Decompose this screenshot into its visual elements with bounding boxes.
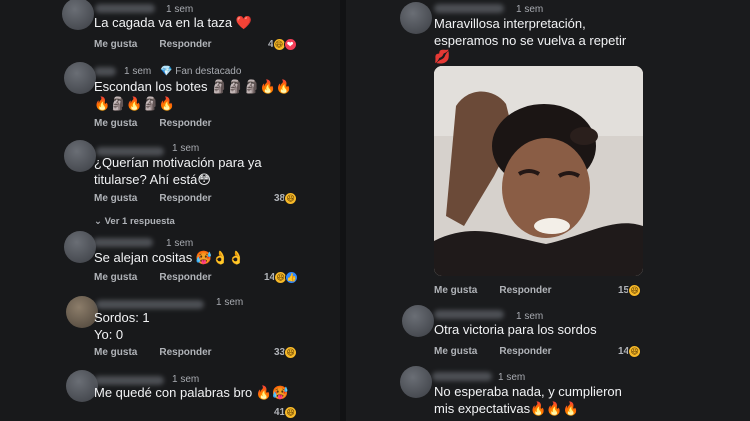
reaction-count[interactable]: 4 😆 ❤ (268, 38, 297, 51)
comment-actions: Me gusta Responder (94, 272, 234, 283)
author-name[interactable] (434, 4, 504, 13)
author-name[interactable] (432, 372, 492, 381)
author-name[interactable] (434, 310, 504, 319)
comment-time: 1 sem (516, 311, 544, 322)
comment-text: Se alejan cositas 🥵👌👌 (94, 250, 245, 265)
reply-button[interactable]: Responder (499, 285, 551, 296)
comment-time: 1 sem (498, 372, 526, 383)
comment-text: Escondan los botes 🗿🗿🗿🔥🔥 🔥🗿🔥🗿🔥 (94, 79, 293, 111)
haha-reaction-icon: 😆 (284, 406, 298, 419)
haha-reaction-icon: 😆 (284, 192, 298, 205)
haha-reaction-icon: 😆 (284, 346, 298, 359)
author-name[interactable] (94, 376, 164, 385)
like-button[interactable]: Me gusta (94, 39, 137, 50)
reply-button[interactable]: Responder (159, 347, 211, 358)
reply-button[interactable]: Responder (159, 39, 211, 50)
avatar[interactable] (64, 140, 96, 172)
like-button[interactable]: Me gusta (94, 347, 137, 358)
comments-panel-left: 1 sem La cagada va en la taza ❤️ Me gust… (0, 0, 340, 421)
avatar[interactable] (402, 305, 434, 337)
comment-time: 1 sem (124, 66, 152, 77)
comment-text: Maravillosa interpretación, esperamos no… (434, 16, 627, 64)
comment-actions: Me gusta Responder (94, 118, 234, 129)
comment-time: 1 sem (172, 143, 200, 154)
comment-time: 1 sem (216, 297, 244, 308)
comment-text: La cagada va en la taza ❤️ (94, 15, 252, 30)
avatar[interactable] (400, 366, 432, 398)
photo-image (434, 66, 643, 276)
reaction-count[interactable]: 14 😆 👍 (264, 271, 299, 284)
author-name[interactable] (95, 4, 155, 13)
avatar[interactable] (400, 2, 432, 34)
comment-actions: Me gusta Responder (434, 285, 574, 296)
comment-time: 1 sem (166, 4, 194, 15)
comment-text: Otra victoria para los sordos (434, 322, 597, 337)
haha-reaction-icon: 😆 (628, 345, 642, 358)
like-button[interactable]: Me gusta (94, 118, 137, 129)
comment-actions: Me gusta Responder (94, 39, 234, 50)
comment-actions: Me gusta Responder (94, 193, 234, 204)
reaction-count[interactable]: 38 😆 (274, 192, 298, 205)
reaction-count[interactable]: 41 😆 (274, 406, 298, 419)
view-replies-link[interactable]: ⌄ Ver 1 respuesta (94, 216, 175, 227)
author-name[interactable] (94, 67, 116, 76)
reaction-count[interactable]: 33 😆 (274, 346, 298, 359)
love-reaction-icon: ❤ (283, 38, 297, 51)
reply-button[interactable]: Responder (499, 346, 551, 357)
haha-reaction-icon: 😆 (628, 284, 642, 297)
like-button[interactable]: Me gusta (434, 285, 477, 296)
like-reaction-icon: 👍 (285, 271, 299, 284)
author-name[interactable] (93, 238, 153, 247)
attached-photo[interactable] (434, 66, 643, 276)
comment-time: 1 sem (172, 374, 200, 385)
comments-panel-right: 1 sem Maravillosa interpretación, espera… (346, 0, 750, 421)
like-button[interactable]: Me gusta (434, 346, 477, 357)
like-button[interactable]: Me gusta (94, 272, 137, 283)
comment-text: Me quedé con palabras bro 🔥🥵 (94, 385, 289, 400)
author-name[interactable] (96, 300, 204, 309)
comment-text: Sordos: 1 Yo: 0 (94, 310, 150, 342)
comment-actions: Me gusta Responder (94, 347, 234, 358)
comment-actions: Me gusta Responder (434, 346, 574, 357)
comment-text: No esperaba nada, y cumplieron mis expec… (434, 384, 622, 416)
comment-text: ¿Querían motivación para ya titularse? A… (94, 155, 262, 187)
reaction-count[interactable]: 15 😆 (618, 284, 642, 297)
reaction-count[interactable]: 14 😆 (618, 345, 642, 358)
avatar[interactable] (62, 0, 94, 30)
comment-time: 1 sem (516, 4, 544, 15)
fan-badge: 💎 Fan destacado (160, 66, 242, 77)
reply-button[interactable]: Responder (159, 118, 211, 129)
like-button[interactable]: Me gusta (94, 193, 137, 204)
reply-button[interactable]: Responder (159, 193, 211, 204)
avatar[interactable] (64, 231, 96, 263)
avatar[interactable] (64, 62, 96, 94)
reply-button[interactable]: Responder (159, 272, 211, 283)
comment-time: 1 sem (166, 238, 194, 249)
